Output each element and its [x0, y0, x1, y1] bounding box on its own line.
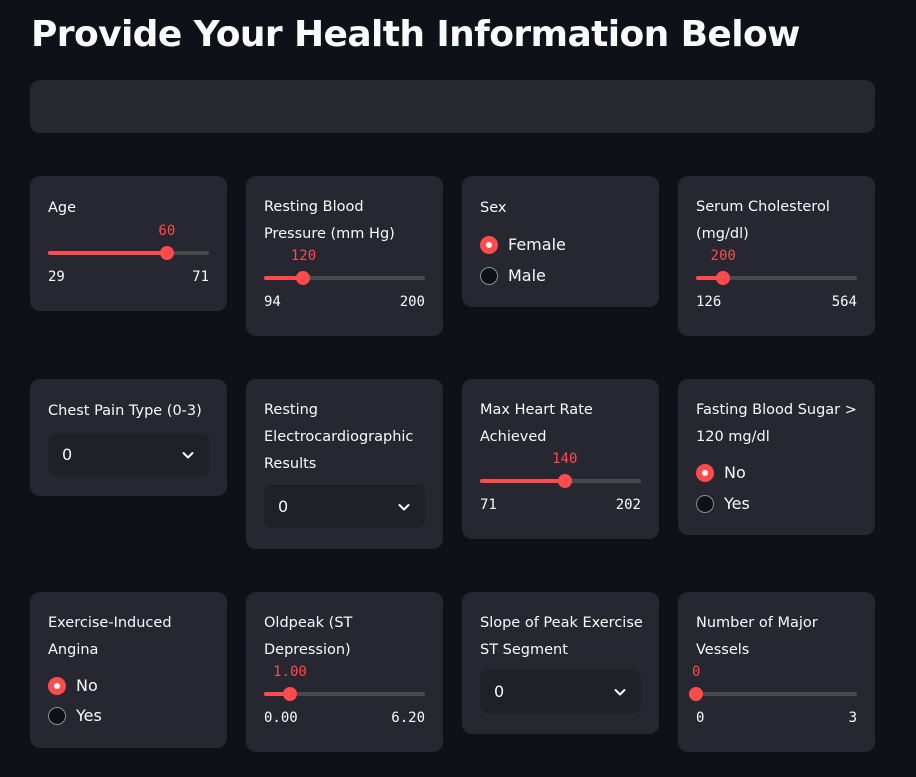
vessels-min: 0: [696, 710, 705, 726]
radio-label: No: [76, 676, 98, 695]
page-title: Provide Your Health Information Below: [31, 14, 800, 55]
chevron-down-icon: [614, 688, 626, 695]
age-slider[interactable]: 60 29 71: [48, 223, 209, 285]
sex-card: Sex Female Male: [462, 176, 659, 307]
age-max: 71: [192, 269, 209, 285]
bp-label: Resting Blood Pressure (mm Hg): [264, 199, 395, 242]
chol-min: 126: [696, 294, 722, 310]
radio-button[interactable]: [48, 706, 66, 725]
hr-label: Max Heart Rate Achieved: [480, 402, 593, 445]
slider-thumb[interactable]: [716, 271, 731, 285]
slider-track[interactable]: [696, 692, 857, 696]
radio-option-no[interactable]: No: [48, 676, 98, 695]
angina-card: Exercise-Induced Angina No Yes: [30, 592, 227, 748]
bp-card: Resting Blood Pressure (mm Hg) 120 94 20…: [246, 176, 443, 336]
slope-select[interactable]: 0: [480, 670, 641, 713]
radio-option-yes[interactable]: Yes: [48, 706, 102, 725]
bp-slider[interactable]: 120 94 200: [264, 248, 425, 310]
radio-label: Yes: [76, 706, 102, 725]
age-card: Age 60 29 71: [30, 176, 227, 311]
fbs-label: Fasting Blood Sugar > 120 mg/dl: [696, 402, 857, 445]
select-value: 0: [62, 445, 73, 464]
radio-option-male[interactable]: Male: [480, 266, 546, 285]
vessels-slider[interactable]: 0 0 3: [689, 664, 857, 726]
radio-label: Female: [508, 235, 566, 254]
fbs-card: Fasting Blood Sugar > 120 mg/dl No Yes: [678, 379, 875, 535]
slider-thumb[interactable]: [557, 474, 572, 488]
radio-label: Yes: [724, 494, 750, 513]
radio-label: Male: [508, 266, 546, 285]
slider-fill: [480, 479, 565, 483]
oldpeak-value: 1.00: [273, 664, 307, 680]
radio-button[interactable]: [696, 494, 714, 513]
vessels-max: 3: [848, 710, 857, 726]
chevron-down-icon: [398, 503, 410, 510]
slider-thumb[interactable]: [296, 271, 311, 285]
oldpeak-card: Oldpeak (ST Depression) 1.00 0.00 6.20: [246, 592, 443, 752]
chevron-down-icon: [182, 451, 194, 458]
oldpeak-slider[interactable]: 1.00 0.00 6.20: [264, 664, 425, 726]
ecg-select[interactable]: 0: [264, 485, 425, 528]
cp-card: Chest Pain Type (0-3) 0: [30, 379, 227, 496]
slider-fill: [48, 251, 167, 255]
hr-slider[interactable]: 140 71 202: [480, 451, 641, 513]
radio-button[interactable]: [48, 676, 66, 695]
cp-label: Chest Pain Type (0-3): [48, 403, 202, 419]
radio-button[interactable]: [480, 266, 498, 285]
radio-label: No: [724, 463, 746, 482]
slope-card: Slope of Peak Exercise ST Segment 0: [462, 592, 659, 734]
chol-slider[interactable]: 200 126 564: [696, 248, 857, 310]
slope-label: Slope of Peak Exercise ST Segment: [480, 615, 643, 658]
chol-value: 200: [710, 248, 736, 264]
select-value: 0: [494, 682, 505, 701]
bp-min: 94: [264, 294, 281, 310]
radio-option-female[interactable]: Female: [480, 235, 566, 254]
oldpeak-min: 0.00: [264, 710, 298, 726]
bp-value: 120: [290, 248, 317, 264]
hr-card: Max Heart Rate Achieved 140 71 202: [462, 379, 659, 539]
radio-option-no[interactable]: No: [696, 463, 746, 482]
age-min: 29: [48, 269, 65, 285]
chol-label: Serum Cholesterol (mg/dl): [696, 199, 830, 242]
chol-card: Serum Cholesterol (mg/dl) 200 126 564: [678, 176, 875, 336]
slider-thumb[interactable]: [282, 687, 297, 701]
hr-max: 202: [615, 497, 641, 513]
radio-option-yes[interactable]: Yes: [696, 494, 750, 513]
slider-thumb[interactable]: [159, 246, 174, 260]
angina-label: Exercise-Induced Angina: [48, 615, 172, 658]
age-value: 60: [158, 223, 176, 239]
vessels-label: Number of Major Vessels: [696, 615, 818, 658]
oldpeak-label: Oldpeak (ST Depression): [264, 615, 353, 658]
info-banner: [30, 80, 875, 133]
chol-max: 564: [831, 294, 857, 310]
slider-thumb[interactable]: [689, 687, 703, 701]
select-value: 0: [278, 497, 289, 516]
hr-min: 71: [480, 497, 497, 513]
hr-value: 140: [552, 451, 578, 467]
ecg-label: Resting Electrocardiographic Results: [264, 402, 414, 472]
radio-button[interactable]: [696, 463, 714, 482]
age-label: Age: [48, 200, 77, 216]
ecg-card: Resting Electrocardiographic Results 0: [246, 379, 443, 549]
cp-select[interactable]: 0: [48, 433, 209, 476]
vessels-card: Number of Major Vessels 0 0 3: [678, 592, 875, 752]
oldpeak-max: 6.20: [391, 710, 425, 726]
radio-button[interactable]: [480, 235, 498, 254]
bp-max: 200: [399, 294, 425, 310]
sex-label: Sex: [480, 200, 507, 216]
vessels-value: 0: [692, 664, 701, 680]
